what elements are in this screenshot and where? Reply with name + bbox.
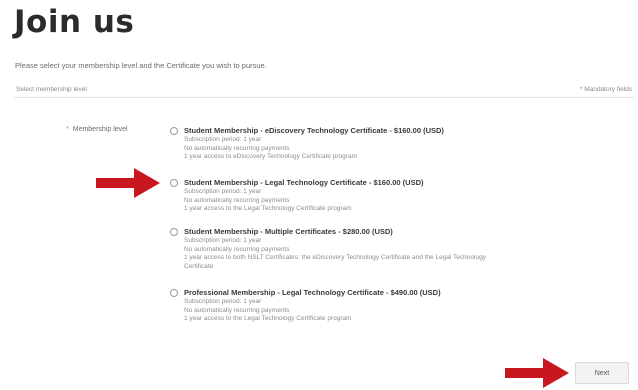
join-page: Join us Please select your membership le… [0,0,638,390]
option-access-note-continued: Certificate [184,262,214,270]
radio-button[interactable] [170,127,178,135]
membership-level-label: * Membership level [66,126,128,133]
radio-button[interactable] [170,289,178,297]
option-access-note: 1 year access to the Legal Technology Ce… [184,205,352,213]
option-title: Student Membership - Legal Technology Ce… [184,178,424,187]
option-subscription-period: Subscription period: 1 year [184,237,262,244]
page-subtitle: Please select your membership level and … [15,61,267,70]
option-body: Student Membership - eDiscovery Technolo… [184,126,630,162]
option-body: Student Membership - Multiple Certificat… [184,227,630,271]
radio-button[interactable] [170,228,178,236]
red-arrow-icon [505,358,569,388]
section-header: Select membership level * Mandatory fiel… [14,84,634,98]
arrow-shape [505,358,569,388]
option-recurring-note: No automatically recurring payments [184,196,290,204]
option-title: Professional Membership - Legal Technolo… [184,288,441,297]
option-subscription-period: Subscription period: 1 year [184,188,262,195]
option-recurring-note: No automatically recurring payments [184,245,290,253]
option-body: Student Membership - Legal Technology Ce… [184,178,630,214]
option-subscription-period: Subscription period: 1 year [184,136,262,143]
option-title: Student Membership - Multiple Certificat… [184,227,393,236]
required-marker: * [66,126,69,133]
option-access-note: 1 year access to both NSLT Certificates:… [184,254,486,262]
arrow-shape [96,168,160,198]
option-title: Student Membership - eDiscovery Technolo… [184,126,444,135]
mandatory-fields-note: * Mandatory fields [579,86,632,93]
page-title: Join us [14,4,135,40]
option-recurring-note: No automatically recurring payments [184,306,290,314]
radio-button[interactable] [170,179,178,187]
red-arrow-icon [96,168,160,198]
membership-level-label-text: Membership level [72,126,128,133]
option-body: Professional Membership - Legal Technolo… [184,288,630,324]
next-button[interactable]: Next [575,362,629,384]
option-subscription-period: Subscription period: 1 year [184,298,262,305]
option-recurring-note: No automatically recurring payments [184,144,290,152]
option-access-note: 1 year access to eDiscovery Technology C… [184,153,357,161]
section-label: Select membership level [16,86,87,93]
option-access-note: 1 year access to the Legal Technology Ce… [184,315,352,323]
